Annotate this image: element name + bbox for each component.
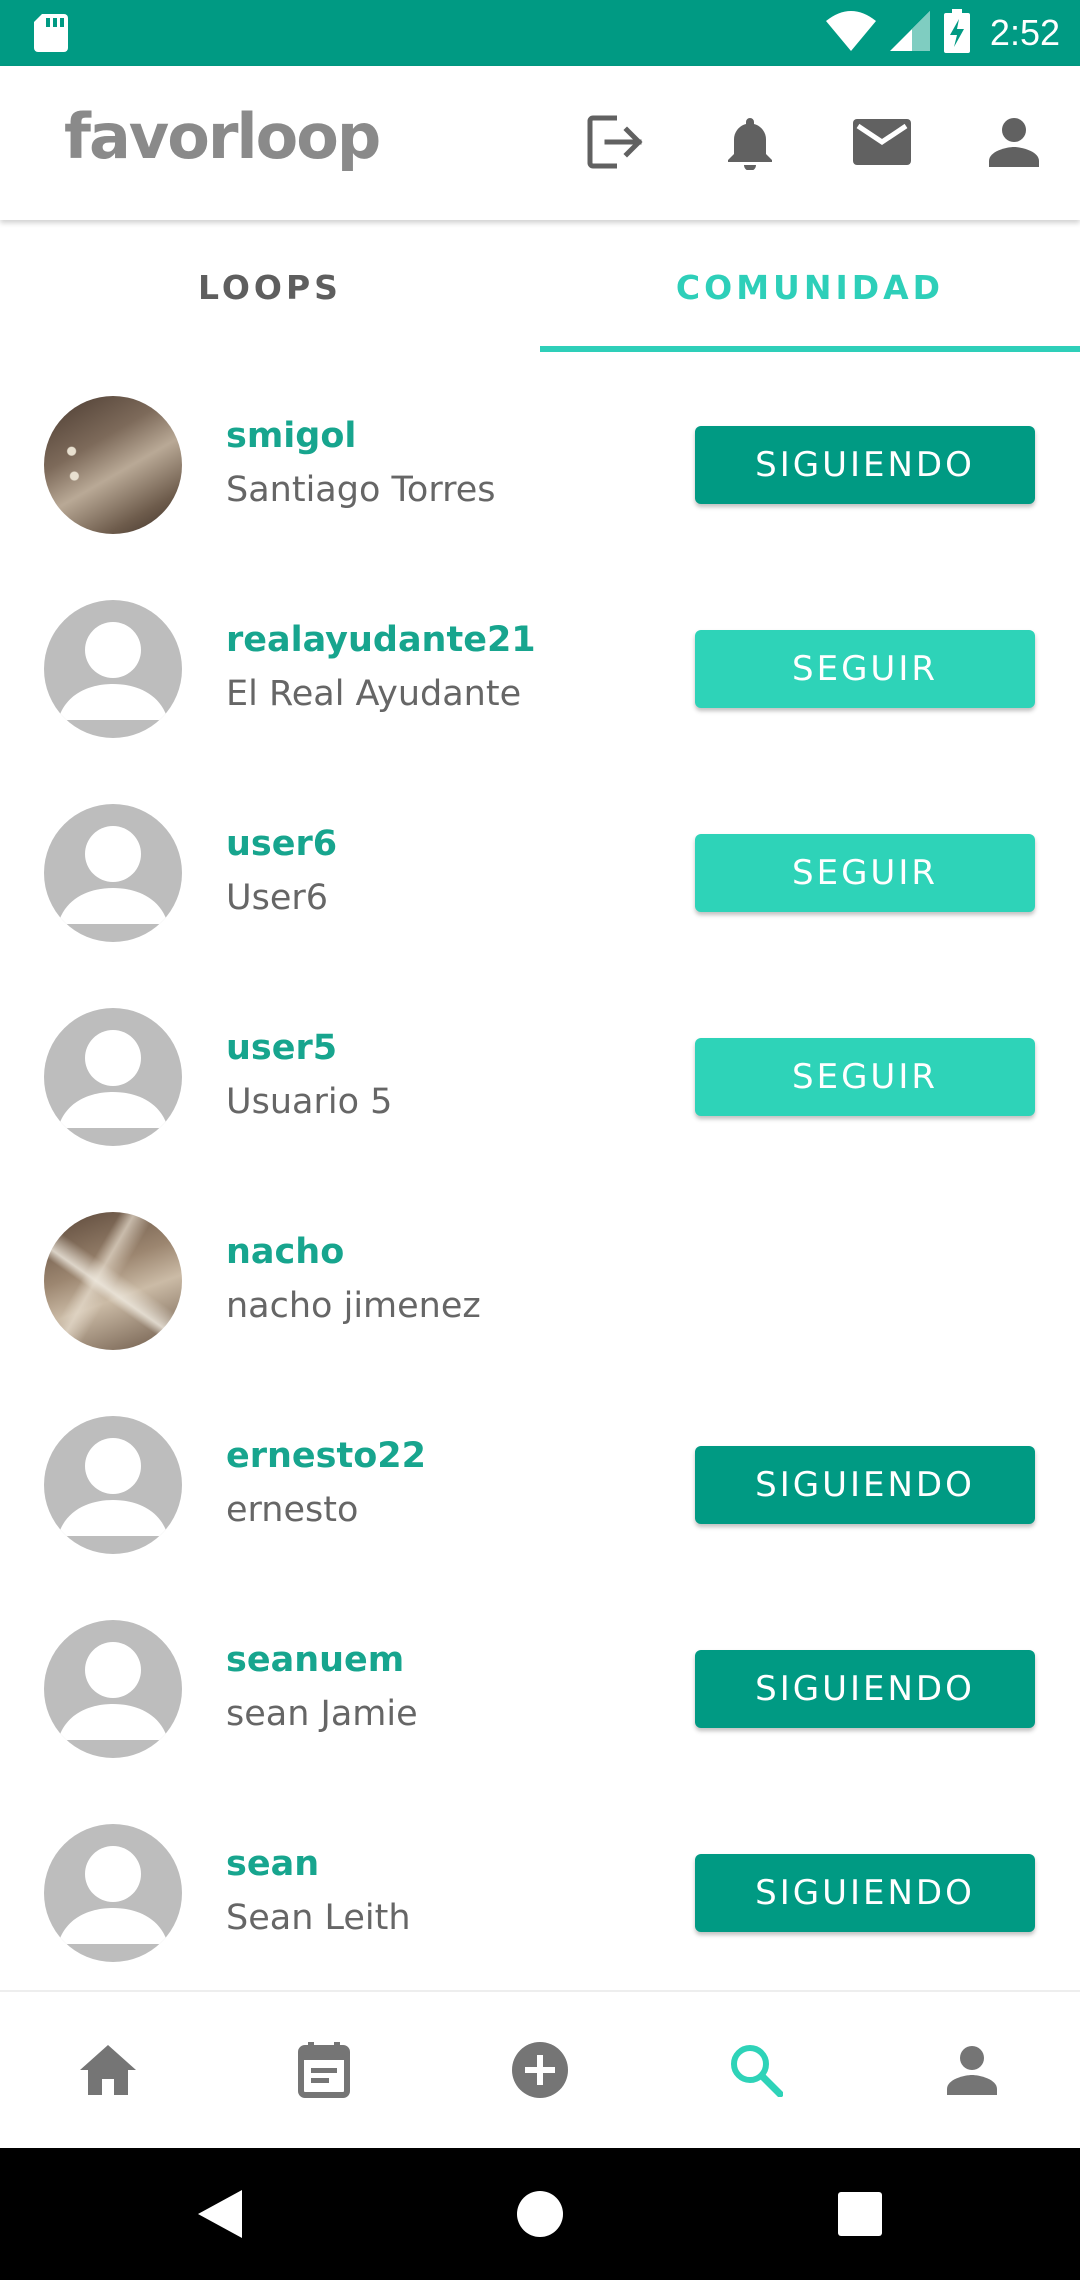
username: nacho — [226, 1232, 345, 1272]
default-avatar-icon — [58, 826, 168, 924]
follow-button[interactable]: SEGUIR — [695, 834, 1035, 912]
sd-card-icon — [34, 14, 68, 52]
default-avatar-icon — [58, 1642, 168, 1740]
avatar — [44, 804, 182, 942]
default-avatar-icon — [58, 1846, 168, 1944]
default-avatar-icon — [58, 1438, 168, 1536]
list-item[interactable]: smigol Santiago Torres SIGUIENDO — [0, 352, 1080, 556]
calendar-icon[interactable] — [286, 2032, 362, 2108]
list-item[interactable]: realayudante21 El Real Ayudante SEGUIR — [0, 556, 1080, 760]
full-name: El Real Ayudante — [226, 674, 522, 714]
username: smigol — [226, 416, 357, 456]
avatar — [44, 600, 182, 738]
avatar — [44, 1212, 182, 1350]
avatar — [44, 1416, 182, 1554]
tab-loops[interactable]: LOOPS — [0, 222, 540, 352]
list-item[interactable]: nacho nacho jimenez — [0, 1168, 1080, 1372]
following-button[interactable]: SIGUIENDO — [695, 1650, 1035, 1728]
username: user6 — [226, 824, 338, 864]
recents-icon[interactable] — [830, 2184, 890, 2244]
list-item[interactable]: sean Sean Leith SIGUIENDO — [0, 1780, 1080, 1984]
follow-button[interactable]: SEGUIR — [695, 1038, 1035, 1116]
avatar — [44, 396, 182, 534]
add-circle-icon[interactable] — [502, 2032, 578, 2108]
full-name: User6 — [226, 878, 329, 918]
wifi-icon — [825, 11, 876, 55]
app-logo: favorloop — [64, 100, 381, 173]
person-icon[interactable] — [934, 2032, 1010, 2108]
app-bar: favorloop — [0, 66, 1080, 220]
full-name: Santiago Torres — [226, 470, 496, 510]
clock: 2:52 — [989, 12, 1060, 53]
full-name: ernesto — [226, 1490, 359, 1530]
full-name: Usuario 5 — [226, 1082, 393, 1122]
username: ernesto22 — [226, 1436, 426, 1476]
full-name: nacho jimenez — [226, 1286, 481, 1326]
tab-bar: LOOPS COMUNIDAD — [0, 222, 1080, 352]
username: sean — [226, 1844, 320, 1884]
full-name: Sean Leith — [226, 1898, 411, 1938]
person-icon[interactable] — [982, 110, 1046, 174]
bottom-navigation — [0, 1990, 1080, 2150]
username: realayudante21 — [226, 620, 536, 660]
user-list: smigol Santiago Torres SIGUIENDO realayu… — [0, 352, 1080, 1984]
battery-charging-icon — [943, 9, 970, 57]
following-button[interactable]: SIGUIENDO — [695, 1446, 1035, 1524]
following-button[interactable]: SIGUIENDO — [695, 1854, 1035, 1932]
default-avatar-icon — [58, 1030, 168, 1128]
list-item[interactable]: seanuem sean Jamie SIGUIENDO — [0, 1576, 1080, 1780]
signal-icon — [889, 11, 930, 55]
search-icon[interactable] — [718, 2032, 794, 2108]
avatar — [44, 1008, 182, 1146]
avatar — [44, 1620, 182, 1758]
home-icon[interactable] — [70, 2032, 146, 2108]
username: user5 — [226, 1028, 338, 1068]
status-bar: 2:52 — [0, 0, 1080, 66]
list-item[interactable]: user5 Usuario 5 SEGUIR — [0, 964, 1080, 1168]
tab-comunidad[interactable]: COMUNIDAD — [540, 222, 1080, 352]
home-circle-icon[interactable] — [510, 2184, 570, 2244]
full-name: sean Jamie — [226, 1694, 418, 1734]
avatar — [44, 1824, 182, 1962]
back-icon[interactable] — [190, 2184, 250, 2244]
list-item[interactable]: user6 User6 SEGUIR — [0, 760, 1080, 964]
bell-icon[interactable] — [718, 110, 782, 174]
follow-button[interactable]: SEGUIR — [695, 630, 1035, 708]
following-button[interactable]: SIGUIENDO — [695, 426, 1035, 504]
list-item[interactable]: ernesto22 ernesto SIGUIENDO — [0, 1372, 1080, 1576]
mail-icon[interactable] — [850, 110, 914, 174]
username: seanuem — [226, 1640, 405, 1680]
logout-icon[interactable] — [584, 110, 648, 174]
system-navigation-bar — [0, 2148, 1080, 2280]
default-avatar-icon — [58, 622, 168, 720]
